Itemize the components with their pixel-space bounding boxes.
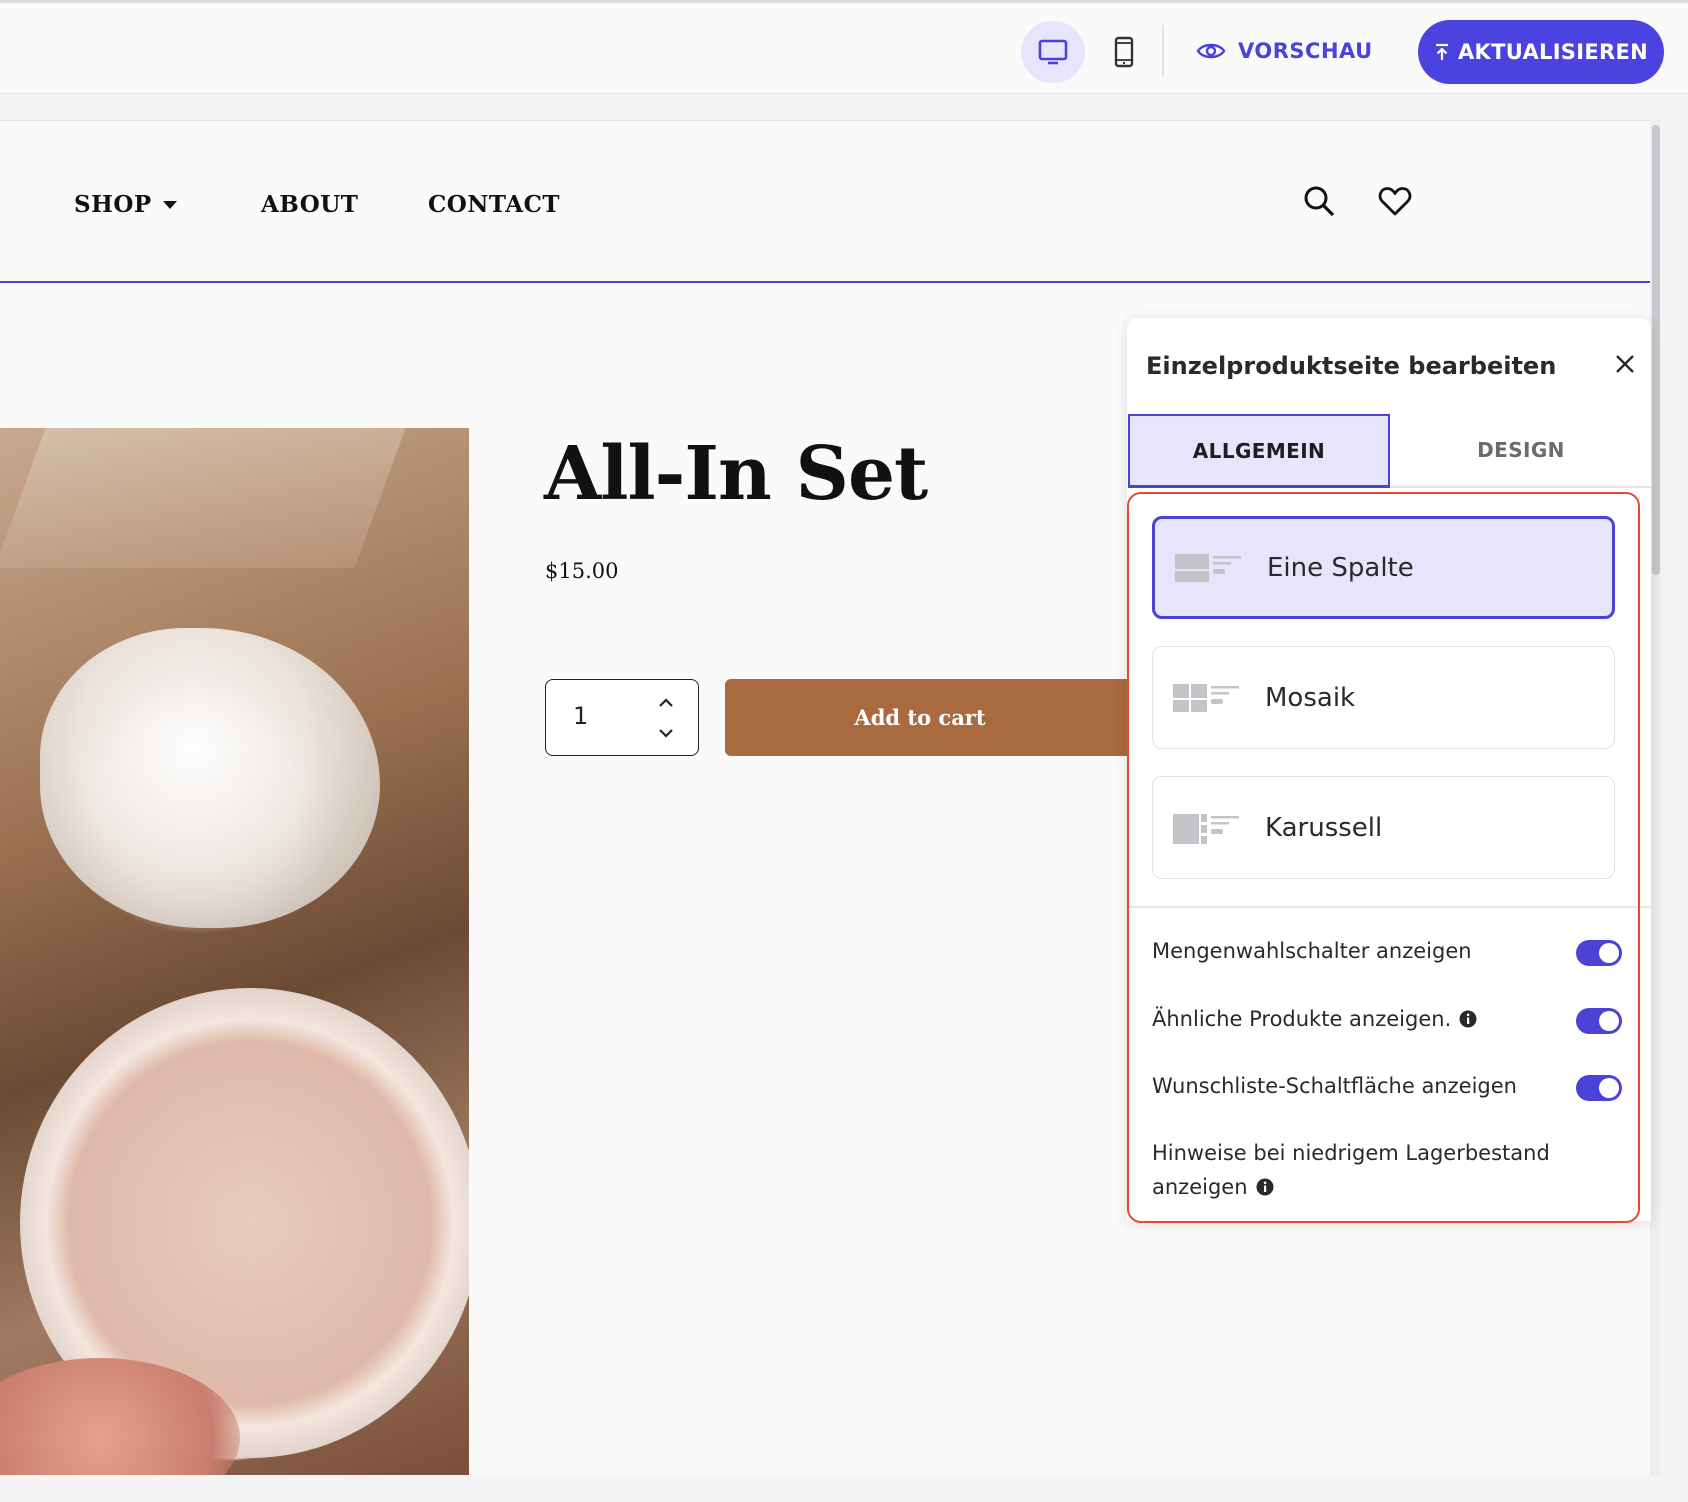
info-icon[interactable]	[1256, 1178, 1274, 1196]
mobile-view-button[interactable]	[1092, 21, 1156, 83]
toolbar-divider	[1162, 25, 1164, 77]
single-column-layout-icon	[1175, 553, 1241, 582]
quantity-stepper[interactable]: 1	[545, 679, 699, 756]
tab-allgemein-label: ALLGEMEIN	[1192, 438, 1326, 463]
toggle-row-quantity-selector: Mengenwahlschalter anzeigen	[1152, 934, 1622, 968]
mosaic-layout-icon	[1173, 683, 1239, 712]
layout-label-karussell: Karussell	[1265, 812, 1383, 843]
canvas-scroll-thumb[interactable]	[1652, 125, 1660, 575]
toggle-similar-products[interactable]	[1576, 1008, 1622, 1034]
nav-item-about[interactable]: ABOUT	[261, 191, 358, 218]
chevron-down-icon[interactable]	[656, 724, 676, 742]
desktop-view-button[interactable]	[1021, 21, 1085, 83]
toggle-label-low-stock: Hinweise bei niedrigem Lagerbestand anze…	[1152, 1141, 1550, 1199]
edit-panel: Einzelproduktseite bearbeiten ALLGEMEIN …	[1127, 318, 1651, 1221]
publish-button[interactable]: AKTUALISIEREN	[1418, 20, 1664, 84]
carousel-layout-icon	[1173, 813, 1239, 844]
info-icon[interactable]	[1459, 1010, 1477, 1028]
toggle-label-quantity-selector: Mengenwahlschalter anzeigen	[1152, 939, 1472, 963]
quantity-value[interactable]: 1	[573, 702, 588, 730]
desktop-icon	[1038, 39, 1068, 65]
toggle-row-low-stock: Hinweise bei niedrigem Lagerbestand anze…	[1152, 1136, 1622, 1204]
add-to-cart-label: Add to cart	[854, 705, 986, 730]
tab-design-label: DESIGN	[1477, 438, 1565, 462]
upload-icon	[1436, 43, 1448, 60]
image-tissue	[40, 628, 380, 928]
layout-option-karussell[interactable]: Karussell	[1152, 776, 1615, 879]
toggle-label-low-stock-wrap: Hinweise bei niedrigem Lagerbestand anze…	[1152, 1136, 1552, 1204]
toggle-label-similar-products: Ähnliche Produkte anzeigen.	[1152, 1007, 1452, 1031]
mobile-icon	[1114, 36, 1134, 68]
toggle-knob	[1599, 943, 1619, 963]
caret-down-icon	[162, 200, 177, 209]
panel-divider	[1127, 906, 1651, 908]
product-image[interactable]	[0, 428, 469, 1475]
frame-edge	[1660, 94, 1688, 1502]
toggle-wishlist-button[interactable]	[1576, 1075, 1622, 1101]
add-to-cart-button[interactable]: Add to cart	[725, 679, 1145, 756]
toggle-row-wishlist-button: Wunschliste-Schaltfläche anzeigen	[1152, 1069, 1622, 1103]
tab-allgemein[interactable]: ALLGEMEIN	[1128, 414, 1390, 488]
preview-label: VORSCHAU	[1238, 39, 1373, 63]
toggle-row-similar-products: Ähnliche Produkte anzeigen.	[1152, 1002, 1622, 1036]
nav-about-label: ABOUT	[261, 191, 359, 218]
preview-button[interactable]: VORSCHAU	[1196, 31, 1373, 71]
image-box-flap	[0, 428, 406, 568]
toggle-quantity-selector[interactable]	[1576, 940, 1622, 966]
editor-topbar: VORSCHAU AKTUALISIEREN	[0, 0, 1688, 94]
product-title: All-In Set	[544, 431, 928, 517]
panel-title: Einzelproduktseite bearbeiten	[1146, 352, 1557, 380]
product-price: $15.00	[545, 559, 619, 583]
layout-option-mosaik[interactable]: Mosaik	[1152, 646, 1615, 749]
close-icon[interactable]	[1613, 352, 1637, 376]
nav-item-contact[interactable]: CONTACT	[428, 191, 560, 218]
toggle-label-wishlist-button: Wunschliste-Schaltfläche anzeigen	[1152, 1074, 1517, 1098]
toggle-knob	[1599, 1011, 1619, 1031]
publish-label: AKTUALISIEREN	[1458, 40, 1648, 64]
tab-design[interactable]: DESIGN	[1390, 414, 1651, 488]
layout-label-eine-spalte: Eine Spalte	[1267, 552, 1414, 583]
search-icon[interactable]	[1302, 184, 1336, 218]
layout-label-mosaik: Mosaik	[1265, 682, 1356, 713]
nav-contact-label: CONTACT	[428, 191, 560, 218]
heart-icon[interactable]	[1378, 184, 1412, 218]
toggle-knob	[1599, 1078, 1619, 1098]
eye-icon	[1196, 43, 1226, 59]
store-nav: SHOP ABOUT CONTACT	[0, 121, 1650, 283]
nav-shop-label: SHOP	[74, 191, 152, 218]
chevron-up-icon[interactable]	[656, 694, 676, 712]
nav-item-shop[interactable]: SHOP	[74, 191, 178, 218]
toggle-label-similar-products-wrap: Ähnliche Produkte anzeigen.	[1152, 1002, 1477, 1036]
layout-option-eine-spalte[interactable]: Eine Spalte	[1152, 516, 1615, 619]
